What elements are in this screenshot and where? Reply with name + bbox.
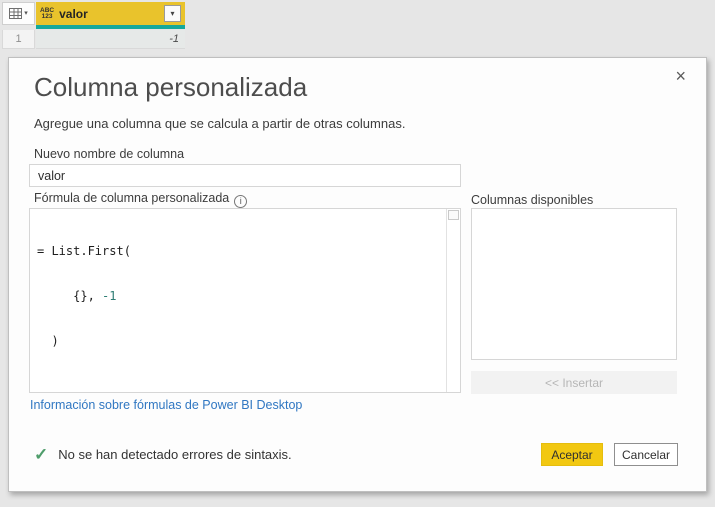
code-line: = List.First( bbox=[37, 244, 131, 258]
insert-button[interactable]: << Insertar bbox=[471, 371, 677, 394]
table-grid-icon bbox=[9, 8, 23, 19]
formula-editor[interactable]: = List.First( {}, -1 ) bbox=[29, 208, 461, 393]
page-title: Columna personalizada bbox=[34, 72, 308, 102]
accept-button[interactable]: Aceptar bbox=[541, 443, 603, 466]
formula-label: Fórmula de columna personalizada i bbox=[34, 191, 248, 208]
status-message: No se han detectado errores de sintaxis. bbox=[58, 447, 292, 462]
column-header-valor[interactable]: ABC 123 valor ▾ bbox=[36, 2, 185, 25]
syntax-status: ✓ No se han detectado errores de sintaxi… bbox=[34, 446, 292, 463]
chevron-down-icon: ▾ bbox=[24, 10, 28, 17]
available-columns-list[interactable] bbox=[471, 208, 677, 360]
column-type-abc123-icon: ABC 123 bbox=[40, 7, 54, 20]
check-icon: ✓ bbox=[34, 445, 49, 464]
code-text: {}, bbox=[37, 289, 103, 303]
formula-scrollbar[interactable] bbox=[446, 209, 460, 392]
code-line: ) bbox=[37, 334, 59, 348]
formula-label-text: Fórmula de columna personalizada bbox=[34, 191, 230, 205]
selected-column-accent bbox=[36, 25, 185, 29]
column-name: valor bbox=[59, 6, 88, 21]
dialog-subtitle: Agregue una columna que se calcula a par… bbox=[34, 116, 406, 131]
formula-help-link[interactable]: Información sobre fórmulas de Power BI D… bbox=[30, 398, 302, 412]
new-column-name-input[interactable] bbox=[29, 164, 461, 187]
power-query-window: ▾ ABC 123 valor ▾ 1 -1 × Columna persona… bbox=[0, 0, 715, 507]
available-columns-label: Columnas disponibles bbox=[471, 193, 594, 207]
close-button[interactable]: × bbox=[671, 64, 690, 89]
custom-column-dialog: × Columna personalizada Agregue una colu… bbox=[8, 57, 707, 492]
table-select-all-button[interactable]: ▾ bbox=[2, 2, 35, 25]
code-line: {}, -1 bbox=[37, 289, 439, 304]
chevron-down-icon: ▾ bbox=[170, 9, 175, 18]
table-cell-value[interactable]: -1 bbox=[36, 30, 185, 49]
column-filter-button[interactable]: ▾ bbox=[164, 5, 181, 22]
cancel-button[interactable]: Cancelar bbox=[614, 443, 678, 466]
info-icon[interactable]: i bbox=[234, 194, 248, 208]
code-number-literal: -1 bbox=[102, 289, 117, 303]
type-icon-123: 123 bbox=[41, 12, 53, 20]
row-number[interactable]: 1 bbox=[2, 30, 35, 49]
formula-code[interactable]: = List.First( {}, -1 ) bbox=[30, 209, 446, 392]
scrollbar-thumb[interactable] bbox=[448, 210, 459, 220]
new-column-name-label: Nuevo nombre de columna bbox=[34, 147, 185, 161]
